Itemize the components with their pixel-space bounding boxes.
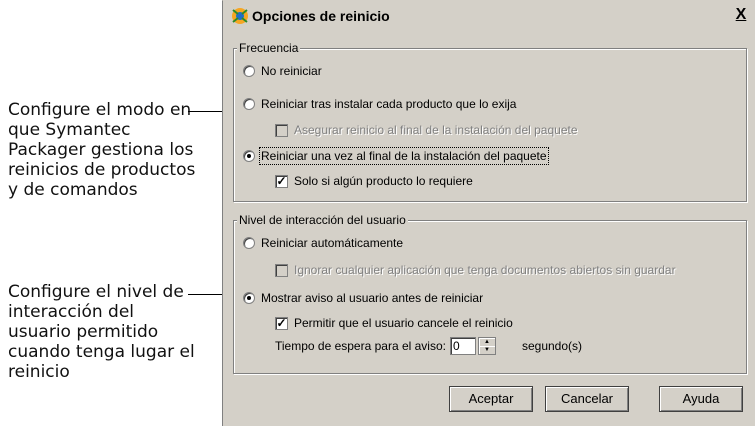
- checkbox-control[interactable]: ✓: [275, 174, 288, 188]
- close-button[interactable]: X: [731, 6, 751, 24]
- timeout-unit: segundo(s): [521, 339, 583, 353]
- checkbox-control[interactable]: ✓: [275, 316, 288, 330]
- radio-mostrar-aviso[interactable]: Mostrar aviso al usuario antes de reinic…: [243, 291, 483, 305]
- checkbox-label: Ignorar cualquier aplicación que tenga d…: [294, 263, 676, 277]
- checkbox-control[interactable]: [275, 123, 288, 137]
- timeout-row: Tiempo de espera para el aviso: 0 ▲ ▼ se…: [275, 337, 582, 355]
- radio-reiniciar-tras[interactable]: Reiniciar tras instalar cada producto qu…: [243, 97, 516, 111]
- checkbox-label: Asegurar reinicio al final de la instala…: [294, 123, 578, 137]
- interaction-group-label: Nivel de interacción del usuario: [237, 213, 408, 227]
- spin-up-icon[interactable]: ▲: [478, 338, 495, 346]
- spin-down-icon[interactable]: ▼: [478, 346, 495, 354]
- title-bar[interactable]: Opciones de reinicio X: [224, 4, 755, 28]
- cancel-button[interactable]: Cancelar: [545, 386, 629, 412]
- radio-control[interactable]: [243, 98, 255, 110]
- radio-control[interactable]: [243, 150, 255, 162]
- radio-label: No reiniciar: [261, 64, 322, 78]
- callout-interaction: Configure el nivel de interacción del us…: [8, 282, 195, 382]
- radio-label: Reiniciar automáticamente: [261, 236, 404, 250]
- dialog-title: Opciones de reinicio: [252, 8, 390, 24]
- radio-no-reiniciar[interactable]: No reiniciar: [243, 64, 322, 78]
- timeout-input[interactable]: 0: [449, 337, 476, 355]
- radio-reiniciar-automaticamente[interactable]: Reiniciar automáticamente: [243, 236, 403, 250]
- radio-control[interactable]: [243, 65, 255, 77]
- help-button[interactable]: Ayuda: [659, 386, 743, 412]
- checkbox-permitir-cancelar[interactable]: ✓ Permitir que el usuario cancele el rei…: [275, 316, 513, 330]
- symantec-app-icon: [232, 8, 248, 24]
- checkbox-label: Solo si algún producto lo requiere: [294, 174, 473, 188]
- radio-label: Mostrar aviso al usuario antes de reinic…: [261, 291, 484, 305]
- accept-button[interactable]: Aceptar: [449, 386, 533, 412]
- timeout-spinner[interactable]: ▲ ▼: [477, 337, 496, 355]
- timeout-label: Tiempo de espera para el aviso:: [275, 339, 446, 353]
- radio-control[interactable]: [243, 292, 255, 304]
- checkbox-asegurar-reinicio[interactable]: Asegurar reinicio al final de la instala…: [275, 123, 578, 137]
- checkbox-solo-si[interactable]: ✓ Solo si algún producto lo requiere: [275, 174, 473, 188]
- checkbox-ignorar-aplicaciones[interactable]: Ignorar cualquier aplicación que tenga d…: [275, 263, 676, 277]
- radio-label: Reiniciar tras instalar cada producto qu…: [261, 97, 517, 111]
- callout-frequency: Configure el modo en que Symantec Packag…: [8, 100, 196, 200]
- checkbox-control[interactable]: [275, 263, 288, 277]
- frequency-group-label: Frecuencia: [237, 41, 301, 55]
- radio-reiniciar-una-vez[interactable]: Reiniciar una vez al final de la instala…: [243, 147, 549, 165]
- checkbox-label: Permitir que el usuario cancele el reini…: [294, 316, 513, 330]
- restart-options-dialog: Opciones de reinicio X Frecuencia No rei…: [222, 0, 755, 426]
- radio-control[interactable]: [243, 237, 255, 249]
- radio-label: Reiniciar una vez al final de la instala…: [259, 147, 549, 165]
